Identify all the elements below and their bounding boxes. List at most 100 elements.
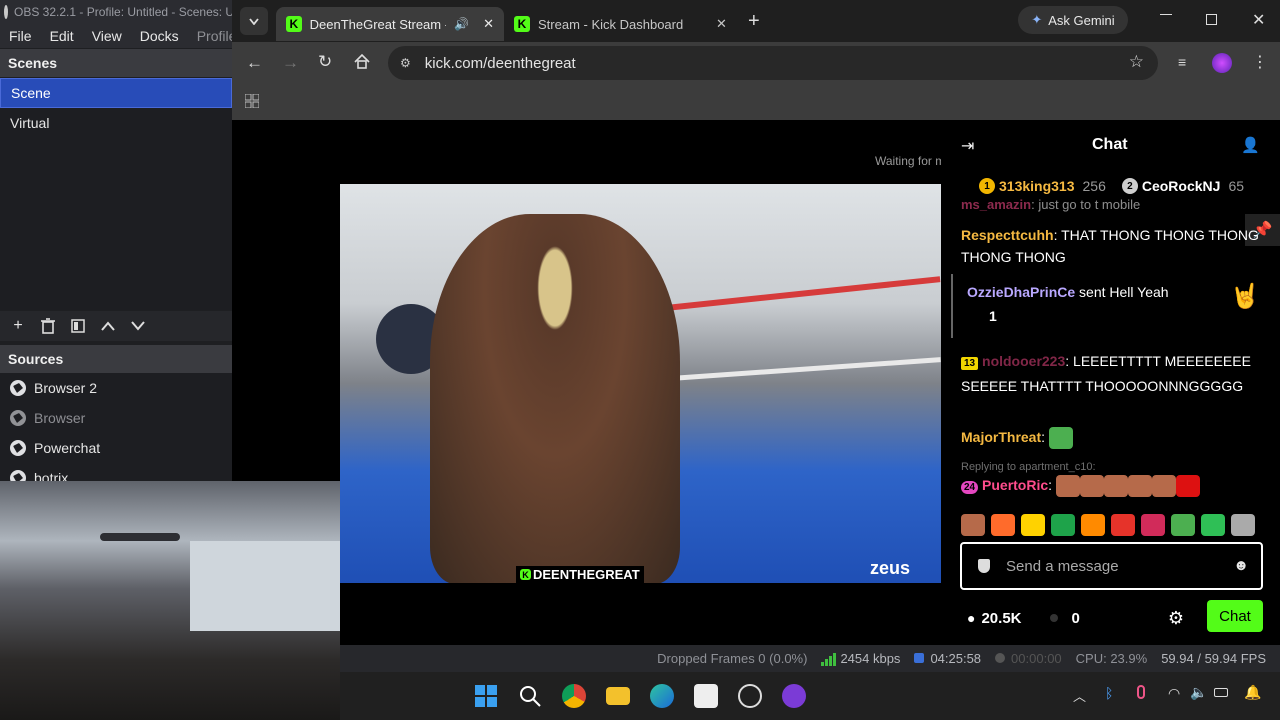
chat-message: ms_amazin: just go to t mobile bbox=[961, 197, 1141, 212]
emote-icon[interactable] bbox=[1051, 514, 1075, 536]
add-scene-icon[interactable]: + bbox=[6, 314, 30, 338]
streamer-name-overlay: K DEENTHEGREAT bbox=[516, 566, 644, 583]
rank-badge-silver: 2 bbox=[1121, 178, 1138, 194]
chat-panel: ⇥ Chat 👤 1 313king313 256 2 CeoRockNJ 65… bbox=[941, 122, 1280, 645]
site-info-icon[interactable]: ⚙ bbox=[400, 56, 411, 70]
chat-message: MajorThreat: bbox=[961, 426, 1262, 450]
chat-footer: ● 20.5K 0 ⚙ Chat bbox=[967, 600, 1263, 634]
source-item[interactable]: Browser 2 bbox=[0, 373, 232, 403]
close-tab-icon[interactable]: ✕ bbox=[483, 16, 494, 32]
points-count: 0 bbox=[1071, 609, 1080, 627]
remove-scene-icon[interactable] bbox=[36, 314, 60, 338]
tab-search-icon[interactable] bbox=[240, 7, 268, 35]
scene-item-virtual[interactable]: Virtual bbox=[0, 108, 232, 138]
shield-icon bbox=[978, 559, 990, 573]
scene-filter-icon[interactable] bbox=[66, 314, 90, 338]
battery-icon[interactable] bbox=[1214, 688, 1228, 697]
menu-file[interactable]: File bbox=[0, 28, 41, 44]
scenes-dock-header: Scenes bbox=[0, 49, 232, 77]
profile-avatar[interactable] bbox=[1212, 53, 1232, 73]
chrome-icon[interactable] bbox=[562, 684, 586, 708]
maximize-icon[interactable] bbox=[1206, 14, 1217, 25]
points-icon bbox=[1049, 614, 1058, 622]
bluetooth-icon[interactable]: ᛒ bbox=[1105, 685, 1113, 701]
emote-icon[interactable] bbox=[1081, 514, 1105, 536]
apps-grid-icon[interactable] bbox=[244, 93, 260, 113]
reload-icon[interactable]: ↻ bbox=[318, 52, 332, 72]
chat-users-icon[interactable]: 👤 bbox=[1241, 136, 1260, 154]
edge-icon[interactable] bbox=[650, 684, 674, 708]
emote-bar bbox=[961, 514, 1255, 536]
cpu-usage: CPU: 23.9% bbox=[1075, 651, 1148, 666]
chat-leaderboard: 1 313king313 256 2 CeoRockNJ 65 bbox=[979, 178, 1244, 194]
start-icon[interactable] bbox=[474, 684, 498, 708]
tab-deenthegreat[interactable]: K DeenTheGreat Stream - We 🔊 ✕ bbox=[276, 7, 504, 41]
media-controls-icon[interactable]: ≡ bbox=[1178, 54, 1186, 70]
scene-item-scene[interactable]: Scene bbox=[0, 78, 232, 108]
obs-title-bar: OBS 32.2.1 - Profile: Untitled - Scenes:… bbox=[0, 0, 232, 24]
ask-gemini-button[interactable]: ✦ Ask Gemini bbox=[1018, 6, 1128, 34]
folder-icon[interactable] bbox=[606, 687, 630, 705]
globe-icon bbox=[10, 440, 26, 456]
close-tab-icon[interactable]: ✕ bbox=[716, 16, 727, 32]
source-item[interactable]: botrix bbox=[0, 463, 232, 481]
browser-toolbar: ← → ↻ ⚙ kick.com/deenthegreat ☆ ≡ ⋮ bbox=[232, 42, 1280, 84]
obs-icon[interactable] bbox=[738, 684, 762, 708]
move-down-icon[interactable] bbox=[126, 314, 150, 338]
chat-send-button[interactable]: Chat bbox=[1207, 600, 1263, 632]
menu-docks[interactable]: Docks bbox=[131, 28, 188, 44]
leaderboard-score: 65 bbox=[1228, 178, 1245, 194]
emote-icon[interactable] bbox=[991, 514, 1015, 536]
viewers-icon: ● bbox=[967, 610, 976, 626]
home-icon[interactable] bbox=[354, 53, 370, 74]
chat-input-placeholder: Send a message bbox=[1006, 557, 1119, 575]
emote-icon[interactable] bbox=[1171, 514, 1195, 536]
search-icon[interactable] bbox=[518, 684, 542, 708]
collapse-chat-icon[interactable]: ⇥ bbox=[961, 136, 974, 156]
minimize-icon[interactable] bbox=[1160, 14, 1172, 15]
forward-icon[interactable]: → bbox=[282, 53, 299, 73]
back-icon[interactable]: ← bbox=[246, 53, 263, 73]
source-item[interactable]: Browser bbox=[0, 403, 232, 433]
emote-icon[interactable] bbox=[961, 514, 985, 536]
scenes-list: Scene Virtual bbox=[0, 78, 232, 310]
source-item[interactable]: Powerchat bbox=[0, 433, 232, 463]
browser-menu-icon[interactable]: ⋮ bbox=[1252, 52, 1268, 72]
taskbar: ︿ ᛒ ◠ 🔈 🔔 bbox=[340, 672, 1280, 720]
emote-icon[interactable] bbox=[1141, 514, 1165, 536]
emote-icon[interactable] bbox=[1021, 514, 1045, 536]
bookmarks-bar bbox=[232, 84, 1280, 120]
address-bar[interactable]: ⚙ kick.com/deenthegreat ☆ bbox=[388, 46, 1158, 80]
emote-icon[interactable] bbox=[1111, 514, 1135, 536]
emote-icon[interactable] bbox=[1201, 514, 1225, 536]
bell-icon[interactable]: 🔔 bbox=[1244, 684, 1261, 701]
volume-icon[interactable]: 🔈 bbox=[1190, 684, 1207, 701]
stream-video[interactable]: K DEENTHEGREAT zeus bbox=[340, 184, 941, 583]
mic-icon[interactable] bbox=[1137, 685, 1145, 699]
bookmark-star-icon[interactable]: ☆ bbox=[1129, 52, 1144, 72]
chat-title: Chat bbox=[1092, 136, 1128, 153]
chat-message: 24 PuertoRic: bbox=[961, 474, 1262, 499]
chat-settings-icon[interactable]: ⚙ bbox=[1168, 608, 1184, 629]
gift-message: OzzieDhaPrinCe sent Hell Yeah 1 🤘 bbox=[951, 274, 1270, 338]
red-emote-icon bbox=[1175, 475, 1200, 498]
close-window-icon[interactable]: ✕ bbox=[1252, 10, 1265, 30]
obs-status-bar: Dropped Frames 0 (0.0%) 2454 kbps 04:25:… bbox=[340, 645, 1280, 672]
wifi-icon[interactable]: ◠ bbox=[1168, 685, 1180, 702]
emoji-picker-icon[interactable]: ☻ bbox=[1233, 557, 1249, 574]
leaderboard-user[interactable]: 313king313 bbox=[999, 178, 1075, 194]
emote-icon[interactable] bbox=[1231, 514, 1255, 536]
face-emote-icon bbox=[1127, 475, 1152, 498]
move-up-icon[interactable] bbox=[96, 314, 120, 338]
new-tab-button[interactable]: + bbox=[748, 10, 760, 33]
chat-input[interactable]: Send a message ☻ bbox=[960, 542, 1263, 590]
tray-chevron-icon[interactable]: ︿ bbox=[1073, 686, 1086, 705]
twitch-icon[interactable] bbox=[782, 684, 806, 708]
menu-view[interactable]: View bbox=[83, 28, 131, 44]
menu-edit[interactable]: Edit bbox=[41, 28, 83, 44]
viewer-count: 20.5K bbox=[981, 609, 1022, 627]
audio-icon[interactable]: 🔊 bbox=[454, 17, 469, 31]
tab-kick-dashboard[interactable]: K Stream - Kick Dashboard ✕ bbox=[504, 7, 740, 41]
store-icon[interactable] bbox=[694, 684, 718, 708]
leaderboard-user[interactable]: CeoRockNJ bbox=[1142, 178, 1221, 194]
